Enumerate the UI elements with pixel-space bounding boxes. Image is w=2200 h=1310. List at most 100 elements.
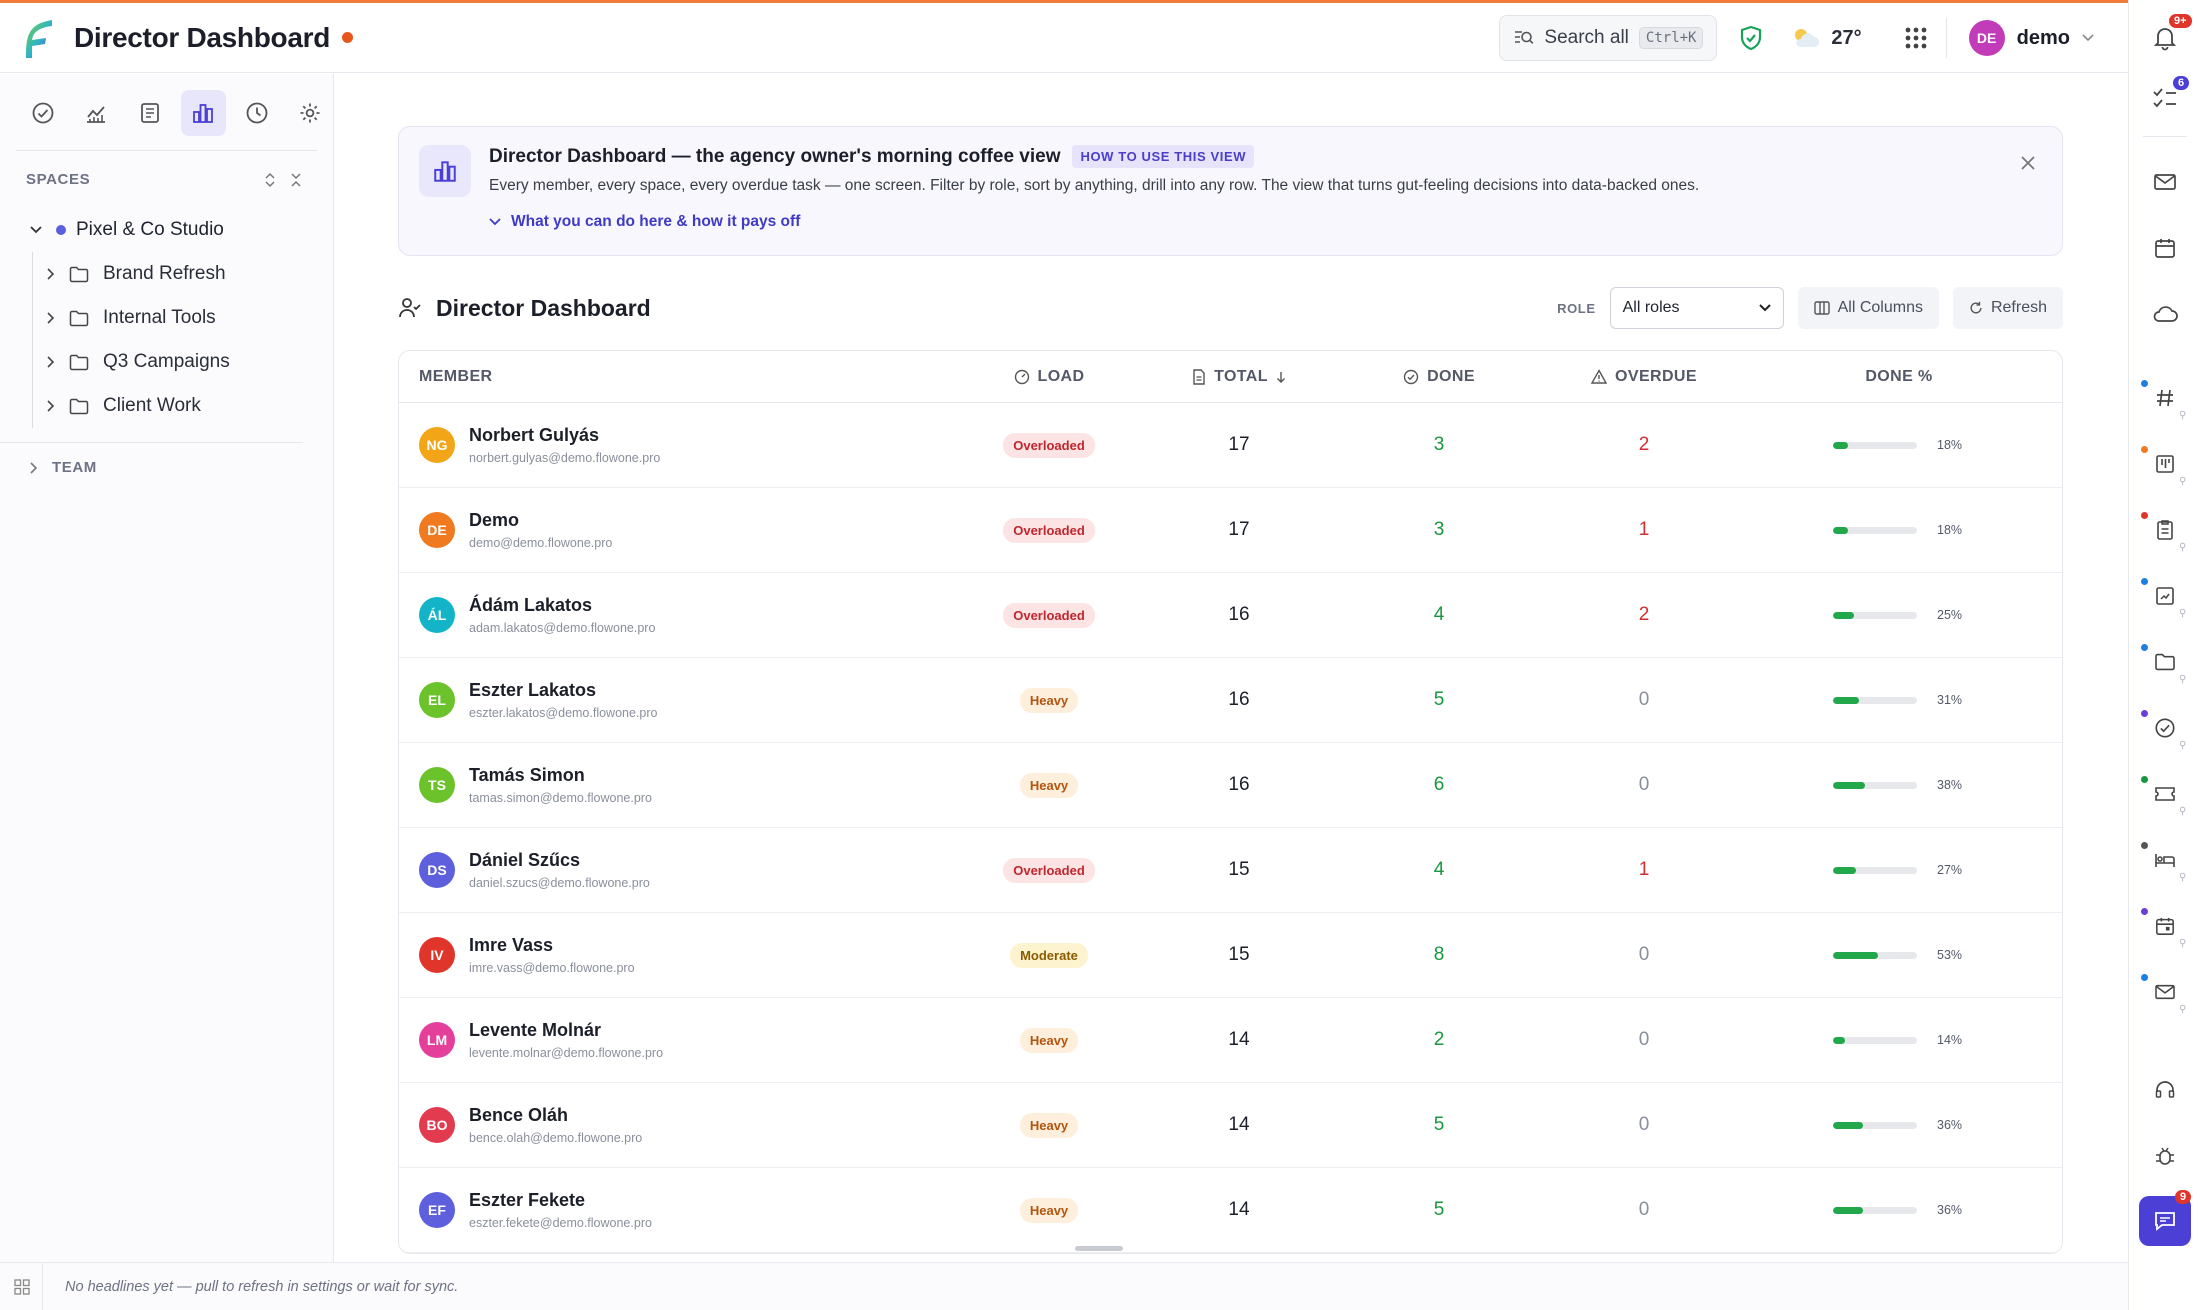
dashboard-section-header: Director Dashboard ROLE All roles All Co… <box>398 284 2063 332</box>
table-row[interactable]: EL Eszter Lakatos eszter.lakatos@demo.flow… <box>399 658 2062 743</box>
chevron-down-icon <box>2082 34 2094 42</box>
clipboard-button[interactable]: ⚲ <box>2129 510 2200 553</box>
folder-q3-campaigns[interactable]: Q3 Campaigns <box>47 340 333 384</box>
cloud-button[interactable] <box>2129 294 2200 334</box>
pin-icon[interactable]: ⚲ <box>2179 542 2186 553</box>
done-value: 3 <box>1433 434 1445 455</box>
member-name[interactable]: Ádám Lakatos <box>469 595 655 616</box>
notifications-badge: 9+ <box>2169 14 2192 28</box>
member-name[interactable]: Bence Oláh <box>469 1105 642 1126</box>
folder-brand-refresh[interactable]: Brand Refresh <box>47 252 333 296</box>
collapse-icon[interactable] <box>291 172 301 188</box>
reports-button[interactable]: ⚲ <box>2129 576 2200 619</box>
chat-button[interactable]: 9 <box>2139 1190 2192 1246</box>
pin-icon[interactable]: ⚲ <box>2179 740 2186 751</box>
scroll-handle[interactable] <box>1075 1246 1123 1251</box>
member-name[interactable]: Tamás Simon <box>469 765 652 786</box>
tasks-tool-button[interactable] <box>20 90 66 136</box>
progress-fill <box>1833 526 1849 534</box>
pin-icon[interactable]: ⚲ <box>2179 872 2186 883</box>
member-name[interactable]: Imre Vass <box>469 935 635 956</box>
weather-widget[interactable]: 27° <box>1791 27 1862 50</box>
member-name[interactable]: Eszter Lakatos <box>469 680 657 701</box>
column-overdue[interactable]: OVERDUE <box>1539 368 1749 386</box>
pin-icon[interactable]: ⚲ <box>2179 806 2186 817</box>
pin-icon[interactable]: ⚲ <box>2179 410 2186 421</box>
pin-icon[interactable]: ⚲ <box>2179 476 2186 487</box>
space-pixel-co-studio[interactable]: Pixel & Co Studio <box>0 210 333 250</box>
folder-label: Client Work <box>103 395 201 416</box>
table-row[interactable]: ÁL Ádám Lakatos adam.lakatos@demo.flowone.… <box>399 573 2062 658</box>
docs-tool-button[interactable] <box>127 90 173 136</box>
progress-fill <box>1833 1036 1845 1044</box>
channels-button[interactable]: ⚲ <box>2129 378 2200 421</box>
table-row[interactable]: DS Dániel Szűcs daniel.szucs@demo.flowone.… <box>399 828 2062 913</box>
schedule-button[interactable]: ⚲ <box>2129 906 2200 949</box>
table-row[interactable]: EF Eszter Fekete eszter.fekete@demo.flowon… <box>399 1168 2062 1253</box>
debug-button[interactable] <box>2129 1136 2200 1176</box>
refresh-button[interactable]: Refresh <box>1952 287 2063 329</box>
column-done-percent[interactable]: DONE % <box>1749 368 2049 386</box>
sort-icon[interactable] <box>265 172 275 188</box>
member-name[interactable]: Norbert Gulyás <box>469 425 660 446</box>
dashboard-tool-button[interactable] <box>180 90 226 136</box>
team-section[interactable]: TEAM <box>0 442 303 476</box>
progress-fill <box>1833 951 1878 959</box>
inbox-button[interactable] <box>2129 162 2200 202</box>
pin-icon[interactable]: ⚲ <box>2179 608 2186 619</box>
column-total[interactable]: TOTAL <box>1139 368 1339 386</box>
column-member[interactable]: MEMBER <box>399 368 959 386</box>
how-to-use-badge[interactable]: HOW TO USE THIS VIEW <box>1072 145 1255 168</box>
global-search[interactable]: Search all Ctrl+K <box>1499 15 1718 61</box>
mail-icon <box>2154 174 2176 190</box>
member-email: tamas.simon@demo.flowone.pro <box>469 791 652 805</box>
shield-check-icon[interactable] <box>1739 25 1763 51</box>
pin-icon[interactable]: ⚲ <box>2179 674 2186 685</box>
table-row[interactable]: TS Tamás Simon tamas.simon@demo.flowone.pr… <box>399 743 2062 828</box>
apps-grid-icon[interactable] <box>1904 26 1928 50</box>
pin-icon[interactable]: ⚲ <box>2179 1004 2186 1015</box>
main-content: Director Dashboard — the agency owner's … <box>335 74 2128 1262</box>
board-button[interactable]: ⚲ <box>2129 444 2200 487</box>
approvals-button[interactable]: ⚲ <box>2129 708 2200 751</box>
close-icon[interactable] <box>2020 155 2036 171</box>
tickets-button[interactable]: ⚲ <box>2129 774 2200 817</box>
files-button[interactable]: ⚲ <box>2129 642 2200 685</box>
app-logo[interactable] <box>18 16 54 60</box>
analytics-tool-button[interactable] <box>74 90 120 136</box>
calendar-button[interactable] <box>2129 228 2200 268</box>
my-tasks-button[interactable]: 6 <box>2129 76 2200 118</box>
member-name[interactable]: Demo <box>469 510 612 531</box>
column-done[interactable]: DONE <box>1339 368 1539 386</box>
table-row[interactable]: NG Norbert Gulyás norbert.gulyas@demo.flow… <box>399 403 2062 488</box>
table-row[interactable]: DE Demo demo@demo.flowone.pro Overloaded 17 3… <box>399 488 2062 573</box>
support-button[interactable] <box>2129 1070 2200 1110</box>
all-columns-button[interactable]: All Columns <box>1797 287 1939 329</box>
status-dot <box>2141 446 2148 453</box>
member-name[interactable]: Eszter Fekete <box>469 1190 652 1211</box>
overdue-value: 0 <box>1638 1199 1650 1220</box>
user-menu[interactable]: DE demo <box>1968 20 2094 56</box>
messages-button[interactable]: ⚲ <box>2129 972 2200 1015</box>
folder-icon <box>69 266 89 282</box>
folder-client-work[interactable]: Client Work <box>47 384 333 428</box>
column-load[interactable]: LOAD <box>959 368 1139 386</box>
member-name[interactable]: Levente Molnár <box>469 1020 663 1041</box>
folder-internal-tools[interactable]: Internal Tools <box>47 296 333 340</box>
grid-icon[interactable] <box>14 1278 30 1295</box>
table-row[interactable]: LM Levente Molnár levente.molnar@demo.flow… <box>399 998 2062 1083</box>
role-select[interactable]: All roles <box>1609 287 1784 329</box>
banner-expand-link[interactable]: What you can do here & how it pays off <box>489 213 800 231</box>
notifications-button[interactable]: 9+ <box>2129 14 2200 58</box>
history-tool-button[interactable] <box>234 90 280 136</box>
load-cell: Overloaded <box>959 857 1139 883</box>
member-name[interactable]: Dániel Szűcs <box>469 850 650 871</box>
pin-icon[interactable]: ⚲ <box>2179 938 2186 949</box>
settings-tool-button[interactable] <box>288 90 334 136</box>
bookings-button[interactable]: ⚲ <box>2129 840 2200 883</box>
table-row[interactable]: BO Bence Oláh bence.olah@demo.flowone.pro H… <box>399 1083 2062 1168</box>
done-value: 4 <box>1433 604 1445 625</box>
table-row[interactable]: IV Imre Vass imre.vass@demo.flowone.pro Mod… <box>399 913 2062 998</box>
total-cell: 14 <box>1139 1114 1339 1136</box>
column-label: MEMBER <box>419 367 493 385</box>
